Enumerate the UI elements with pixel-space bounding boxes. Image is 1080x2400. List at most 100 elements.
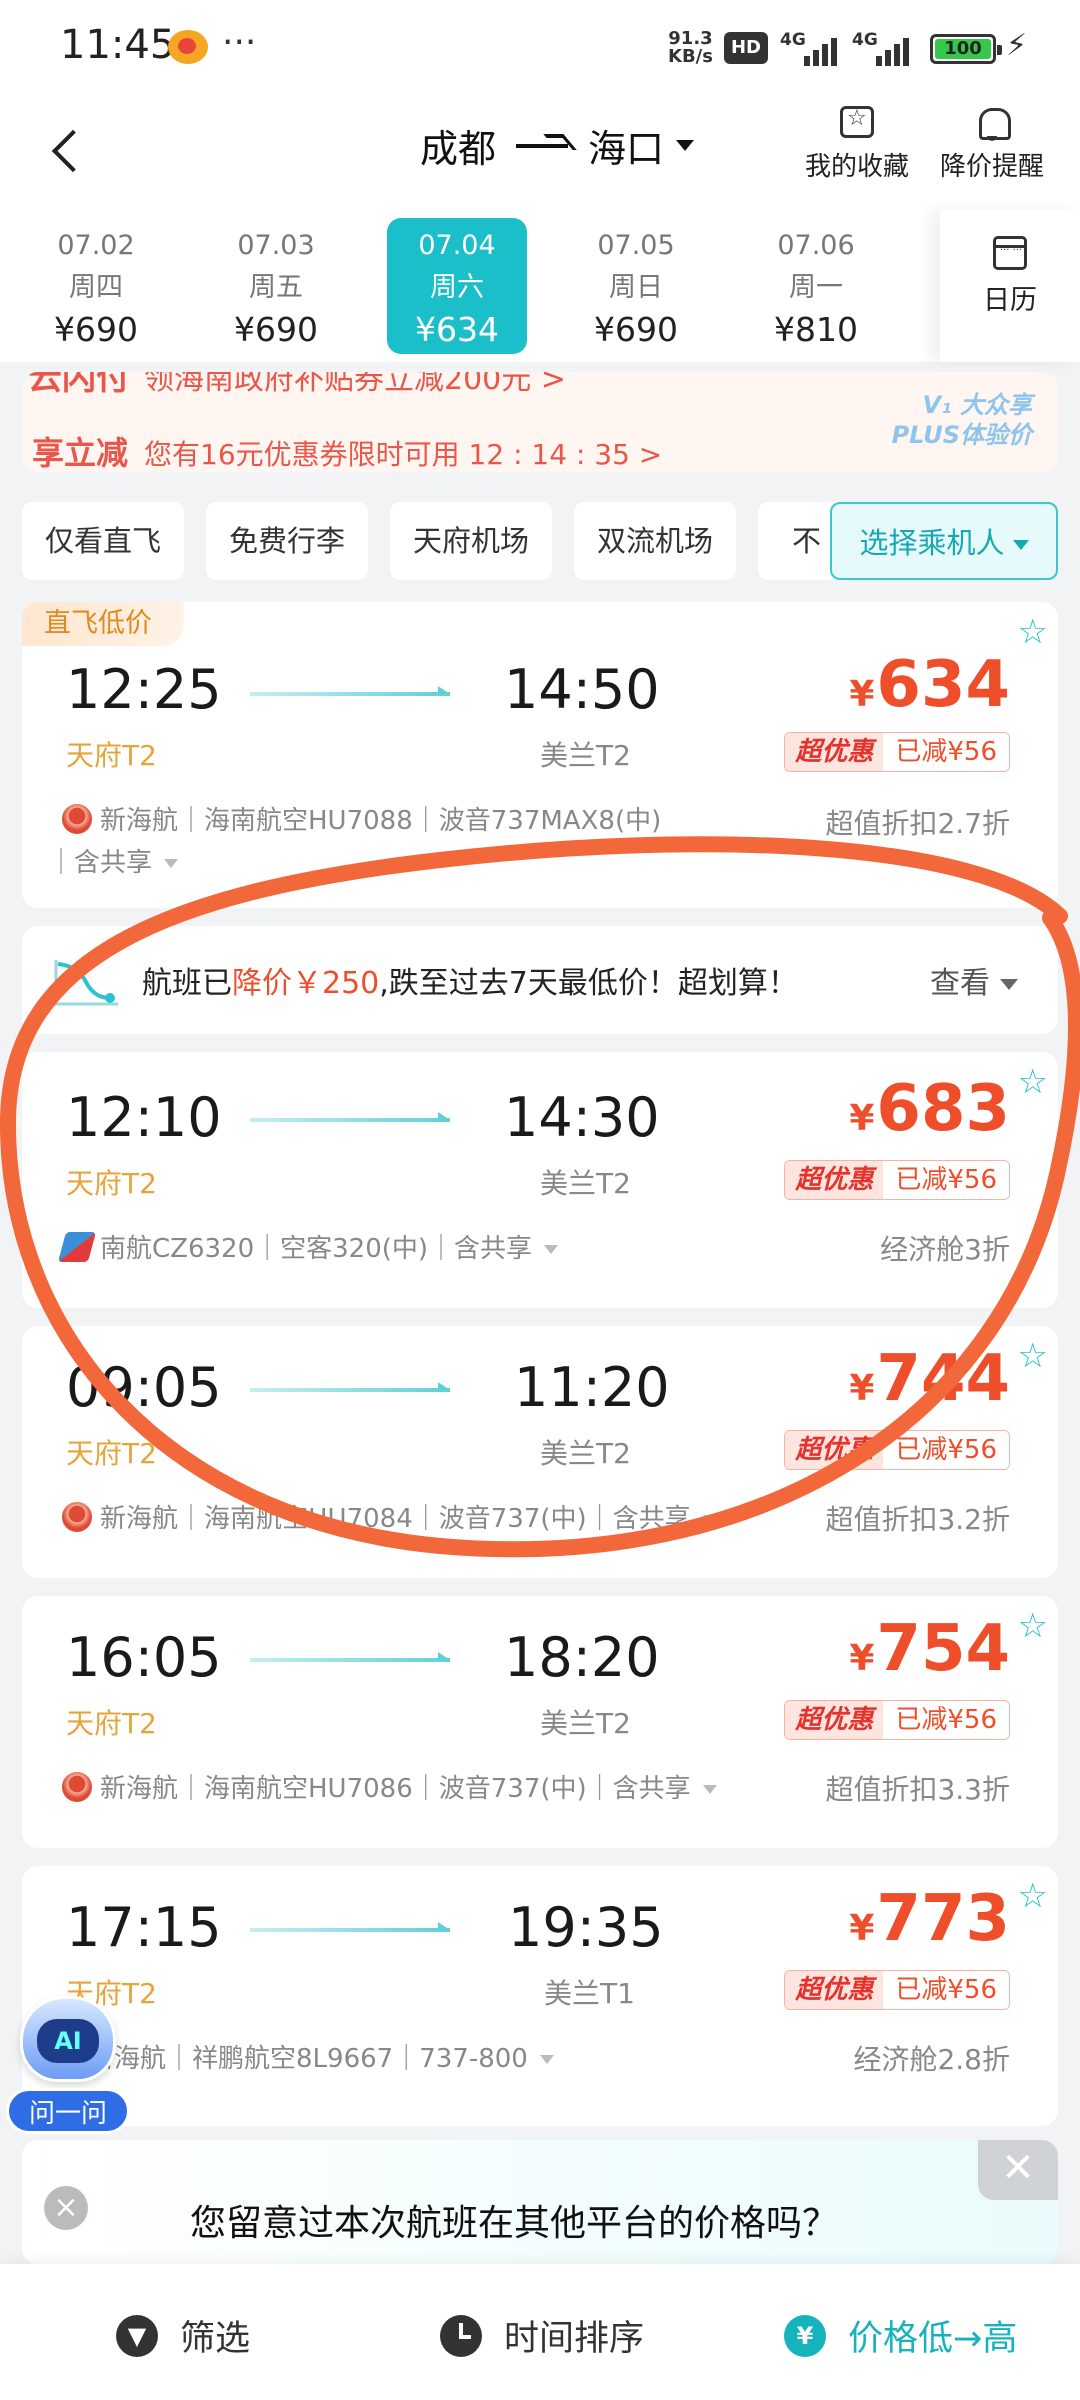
ai-assistant-button[interactable]: AI 问一问 (6, 1990, 130, 2150)
hainan-airlines-logo-icon (62, 1772, 92, 1802)
discount-badge: 超优惠 已减¥56 (784, 1970, 1010, 2010)
departure-time: 17:15 (66, 1896, 222, 1959)
chevron-down-icon (539, 2055, 554, 2064)
filter-free-baggage[interactable]: 免费行李 (206, 502, 368, 580)
route-line (250, 1112, 450, 1122)
flight-card[interactable]: ☆ 17:15 19:35 天府T2 美兰T1 ¥773 超优惠 已减¥56 新海… (22, 1866, 1058, 2126)
filter-button[interactable]: ▼ 筛选 (116, 2310, 250, 2361)
price-drop-notice[interactable]: 航班已降价￥250,跌至过去7天最低价！超划算！ 查看 (22, 926, 1058, 1034)
fare-discount: 经济舱3折 (880, 1233, 1010, 1266)
survey-question: 您留意过本次航班在其他平台的价格吗？ (190, 2203, 839, 2244)
route-line (250, 1382, 450, 1392)
close-icon[interactable]: × (44, 2186, 88, 2230)
date-item[interactable]: 07.03 周五 ¥690 (206, 218, 346, 354)
calendar-icon (993, 236, 1027, 270)
survey-banner[interactable]: × 您留意过本次航班在其他平台的价格吗？ ✕ (22, 2140, 1058, 2264)
dismiss-button[interactable]: ✕ (978, 2140, 1058, 2200)
signal-icon: 4G (780, 30, 846, 66)
date-item-selected[interactable]: 07.04 周六 ¥634 (387, 218, 527, 354)
price-sort-button[interactable]: ¥ 价格低→高 (784, 2310, 1017, 2361)
date-selector: 07.02 周四 ¥690 07.03 周五 ¥690 07.04 周六 ¥63… (0, 210, 1080, 362)
star-icon[interactable]: ☆ (1018, 1876, 1048, 1916)
favorites-icon (840, 106, 874, 138)
arrival-time: 18:20 (504, 1626, 660, 1689)
star-icon[interactable]: ☆ (1018, 1606, 1048, 1646)
date-item[interactable]: 07.05 周日 ¥690 (566, 218, 706, 354)
promo-banner[interactable]: 云闪付 领海南政府补贴券立减200元 > 享立减 您有16元优惠券限时可用 12 :… (22, 372, 1058, 472)
origin-city: 成都 (420, 127, 497, 171)
chevron-down-icon (676, 140, 695, 151)
network-speed: 91.3 KB/s (668, 28, 713, 67)
chevron-down-icon (544, 1245, 559, 1254)
funnel-icon: ▼ (116, 2314, 158, 2357)
date-item[interactable]: 07.06 周一 ¥810 (746, 218, 886, 354)
fare-discount: 超值折扣3.2折 (825, 1503, 1010, 1536)
bottom-bar: ▼ 筛选 时间排序 ¥ 价格低→高 (0, 2264, 1080, 2400)
price-alert-button[interactable]: 降价提醒 (940, 106, 1044, 183)
passenger-select-button[interactable]: 选择乘机人 (830, 502, 1058, 580)
flight-card[interactable]: 直飞低价 ☆ 12:25 14:50 天府T2 美兰T2 ¥634 超优惠 已减¥… (22, 602, 1058, 908)
route-arrow-icon (516, 143, 569, 148)
battery-icon: 100 (930, 34, 1002, 64)
airline-info: 新海航｜祥鹏航空8L9667｜737-800 (88, 2038, 554, 2075)
direct-low-price-tag: 直飞低价 (22, 602, 184, 646)
plus-badge: V₁ 大众享 PLUS体验价 (891, 391, 1032, 449)
hd-voice-icon: HD (724, 32, 768, 64)
discount-badge: 超优惠 已减¥56 (784, 1700, 1010, 1740)
departure-terminal: 天府T2 (66, 1437, 157, 1470)
back-button[interactable] (40, 120, 100, 180)
fare-discount: 超值折扣2.7折 (825, 807, 1010, 840)
yen-icon: ¥ (784, 2314, 826, 2357)
flight-card[interactable]: ☆ 12:10 14:30 天府T2 美兰T2 ¥683 超优惠 已减¥56 南航… (22, 1052, 1058, 1308)
charging-icon: ⚡ (1006, 28, 1028, 63)
price: ¥634 (849, 648, 1010, 722)
fare-discount: 经济舱2.8折 (853, 2043, 1010, 2076)
notice-view-button[interactable]: 查看 (930, 958, 1018, 1002)
arrival-time: 14:50 (504, 658, 660, 721)
price: ¥773 (849, 1882, 1010, 1956)
china-southern-logo-icon (57, 1232, 97, 1262)
price-trend-icon (54, 960, 118, 1006)
airline-info: 新海航｜海南航空HU7088｜波音737MAX8(中) (62, 800, 661, 837)
arrival-time: 11:20 (514, 1356, 670, 1419)
departure-terminal: 天府T2 (66, 739, 157, 772)
airline-info: 新海航｜海南航空HU7084｜波音737(中)｜含共享 (62, 1498, 717, 1535)
clock-icon (440, 2314, 482, 2357)
arrival-time: 14:30 (504, 1086, 660, 1149)
filter-shuangliu-airport[interactable]: 双流机场 (574, 502, 736, 580)
filter-tianfu-airport[interactable]: 天府机场 (390, 502, 552, 580)
star-icon[interactable]: ☆ (1018, 1336, 1048, 1376)
price: ¥754 (849, 1612, 1010, 1686)
hainan-airlines-logo-icon (62, 1502, 92, 1532)
route-line (250, 686, 450, 696)
chevron-down-icon (702, 1515, 717, 1524)
chevron-down-icon (702, 1785, 717, 1794)
chevron-down-icon (164, 859, 179, 868)
signal-icon-2: 4G (852, 30, 918, 66)
date-item[interactable]: 07.02 周四 ¥690 (26, 218, 166, 354)
route-line (250, 1922, 450, 1932)
favorites-button[interactable]: 我的收藏 (805, 106, 909, 183)
chevron-down-icon (1000, 979, 1018, 990)
flight-card[interactable]: ☆ 16:05 18:20 天府T2 美兰T2 ¥754 超优惠 已减¥56 新海… (22, 1596, 1058, 1848)
status-time: 11:45 (60, 22, 176, 68)
calendar-button[interactable]: 日历 (940, 210, 1080, 362)
fare-discount: 超值折扣3.3折 (825, 1773, 1010, 1806)
arrival-terminal: 美兰T2 (540, 1167, 631, 1200)
arrival-terminal: 美兰T2 (540, 739, 631, 772)
hainan-airlines-logo-icon (62, 804, 92, 834)
codeshare-info: ｜含共享 (48, 842, 179, 879)
route-selector[interactable]: 成都 海口 (420, 118, 695, 173)
discount-badge: 超优惠 已减¥56 (784, 1160, 1010, 1200)
airline-info: 新海航｜海南航空HU7086｜波音737(中)｜含共享 (62, 1768, 717, 1805)
status-bar: 11:45 ··· 91.3 KB/s HD 4G 4G 100 ⚡ (0, 0, 1080, 100)
filter-direct-only[interactable]: 仅看直飞 (22, 502, 184, 580)
robot-icon: AI (20, 1996, 116, 2082)
flight-card[interactable]: ☆ 09:05 11:20 天府T2 美兰T2 ¥744 超优惠 已减¥56 新海… (22, 1326, 1058, 1578)
star-icon[interactable]: ☆ (1018, 1062, 1048, 1102)
time-sort-button[interactable]: 时间排序 (440, 2310, 644, 2361)
more-notifications-icon: ··· (222, 22, 257, 63)
airline-info: 南航CZ6320｜空客320(中)｜含共享 (57, 1228, 559, 1265)
filter-chips: 仅看直飞 免费行李 天府机场 双流机场 不 选择乘机人 (22, 500, 1058, 582)
star-icon[interactable]: ☆ (1018, 612, 1048, 652)
